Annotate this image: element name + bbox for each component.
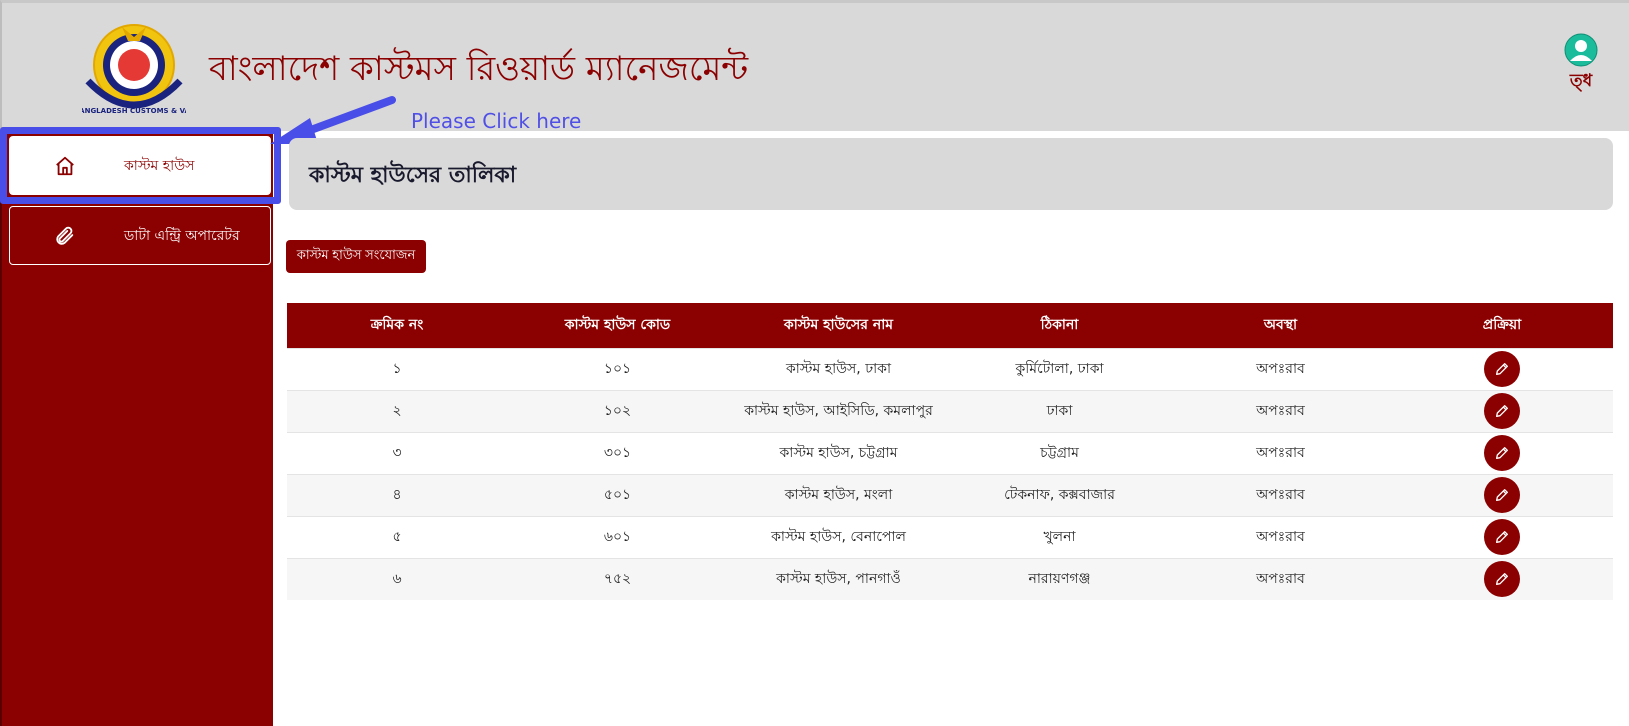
address-cell: নারায়ণগঞ্জ <box>949 557 1170 600</box>
address-cell: চট্টগ্রাম <box>949 431 1170 474</box>
code-cell: ১০২ <box>507 389 728 432</box>
status-cell: অপঃরাব <box>1170 557 1391 600</box>
table-header-row: ক্রমিক নং কাস্টম হাউস কোড কাস্টম হাউসের … <box>287 303 1613 348</box>
pencil-icon <box>1496 363 1508 375</box>
pencil-icon <box>1496 573 1508 586</box>
table-row: ২ ১০২ কাস্টম হাউস, আইসিডি, কমলাপুর ঢাকা … <box>287 389 1613 432</box>
sidebar-item-label: কাস্টম হাউস <box>124 157 195 174</box>
custom-house-table: ক্রমিক নং কাস্টম হাউস কোড কাস্টম হাউসের … <box>287 303 1613 600</box>
table-row: ৪ ৫০১ কাস্টম হাউস, মংলা টেকনাফ, কক্সবাজা… <box>287 473 1613 516</box>
column-header: ক্রমিক নং <box>287 303 507 348</box>
action-cell <box>1391 473 1613 516</box>
code-cell: ১০১ <box>507 347 728 390</box>
user-avatar-icon[interactable] <box>1564 33 1598 67</box>
code-cell: ৭৫২ <box>507 557 728 600</box>
status-cell: অপঃরাব <box>1170 431 1391 474</box>
action-cell <box>1391 347 1613 390</box>
status-cell: অপঃরাব <box>1170 515 1391 558</box>
name-cell: কাস্টম হাউস, চট্টগ্রাম <box>728 431 949 474</box>
name-cell: কাস্টম হাউস, আইসিডি, কমলাপুর <box>728 389 949 432</box>
sidebar-item-custom-house[interactable]: কাস্টম হাউস <box>9 136 271 195</box>
page-title-bar: কাস্টম হাউসের তালিকা <box>289 138 1613 210</box>
table-row: ১ ১০১ কাস্টম হাউস, ঢাকা কুর্মিটোলা, ঢাকা… <box>287 347 1613 390</box>
top-header: BANGLADESH CUSTOMS & VAT বাংলাদেশ কাস্টম… <box>0 0 1629 133</box>
code-cell: ৩০১ <box>507 431 728 474</box>
address-cell: ঢাকা <box>949 389 1170 432</box>
action-cell <box>1391 389 1613 432</box>
name-cell: কাস্টম হাউস, বেনাপোল <box>728 515 949 558</box>
edit-button[interactable] <box>1484 435 1520 471</box>
app-title: বাংলাদেশ কাস্টমস রিওয়ার্ড ম্যানেজমেন্ট <box>209 49 749 89</box>
name-cell: কাস্টম হাউস, মংলা <box>728 473 949 516</box>
sidebar-item-label: ডাটা এন্ট্রি অপারেটর <box>124 227 240 244</box>
name-cell: কাস্টম হাউস, পানগাওঁ <box>728 557 949 600</box>
click-hint-text: Please Click here <box>411 109 582 133</box>
serial-cell: ৫ <box>287 515 507 558</box>
action-cell <box>1391 557 1613 600</box>
pencil-icon <box>1496 489 1508 501</box>
column-header: ঠিকানা <box>949 303 1170 348</box>
name-cell: কাস্টম হাউস, ঢাকা <box>728 347 949 390</box>
sidebar: কাস্টম হাউস ডাটা এন্ট্রি অপারেটর <box>0 131 273 726</box>
edit-button[interactable] <box>1484 351 1520 387</box>
serial-cell: ৩ <box>287 431 507 474</box>
column-header: কাস্টম হাউসের নাম <box>728 303 949 348</box>
action-cell <box>1391 431 1613 474</box>
paperclip-icon <box>54 225 114 247</box>
user-name[interactable]: ত্ধ <box>1563 68 1599 96</box>
user-menu[interactable]: ত্ধ <box>1563 33 1599 96</box>
status-cell: অপঃরাব <box>1170 473 1391 516</box>
sidebar-item-data-entry-operator[interactable]: ডাটা এন্ট্রি অপারেটর <box>9 206 271 265</box>
address-cell: কুর্মিটোলা, ঢাকা <box>949 347 1170 390</box>
serial-cell: ২ <box>287 389 507 432</box>
serial-cell: ১ <box>287 347 507 390</box>
page-title: কাস্টম হাউসের তালিকা <box>309 163 517 188</box>
code-cell: ৫০১ <box>507 473 728 516</box>
edit-button[interactable] <box>1484 561 1520 598</box>
edit-button[interactable] <box>1484 393 1520 429</box>
table-row: ৩ ৩০১ কাস্টম হাউস, চট্টগ্রাম চট্টগ্রাম অ… <box>287 431 1613 474</box>
table-row: ৬ ৭৫২ কাস্টম হাউস, পানগাওঁ নারায়ণগঞ্জ অ… <box>287 557 1613 600</box>
add-custom-house-button[interactable]: কাস্টম হাউস সংযোজন <box>286 240 426 273</box>
pencil-icon <box>1496 405 1508 417</box>
svg-text:BANGLADESH CUSTOMS & VAT: BANGLADESH CUSTOMS & VAT <box>82 107 186 115</box>
pencil-icon <box>1496 531 1508 543</box>
serial-cell: ৬ <box>287 557 507 600</box>
customs-logo: BANGLADESH CUSTOMS & VAT <box>82 24 186 115</box>
action-cell <box>1391 515 1613 558</box>
column-header: কাস্টম হাউস কোড <box>507 303 728 348</box>
code-cell: ৬০১ <box>507 515 728 558</box>
column-header: অবস্থা <box>1170 303 1391 348</box>
status-cell: অপঃরাব <box>1170 347 1391 390</box>
edit-button[interactable] <box>1484 519 1520 555</box>
table-row: ৫ ৬০১ কাস্টম হাউস, বেনাপোল খুলনা অপঃরাব <box>287 515 1613 558</box>
page: BANGLADESH CUSTOMS & VAT বাংলাদেশ কাস্টম… <box>0 0 1629 726</box>
home-icon <box>54 155 114 177</box>
address-cell: খুলনা <box>949 515 1170 558</box>
address-cell: টেকনাফ, কক্সবাজার <box>949 473 1170 516</box>
column-header: প্রক্রিয়া <box>1391 303 1613 348</box>
pencil-icon <box>1496 447 1508 459</box>
edit-button[interactable] <box>1484 477 1520 513</box>
status-cell: অপঃরাব <box>1170 389 1391 432</box>
serial-cell: ৪ <box>287 473 507 516</box>
